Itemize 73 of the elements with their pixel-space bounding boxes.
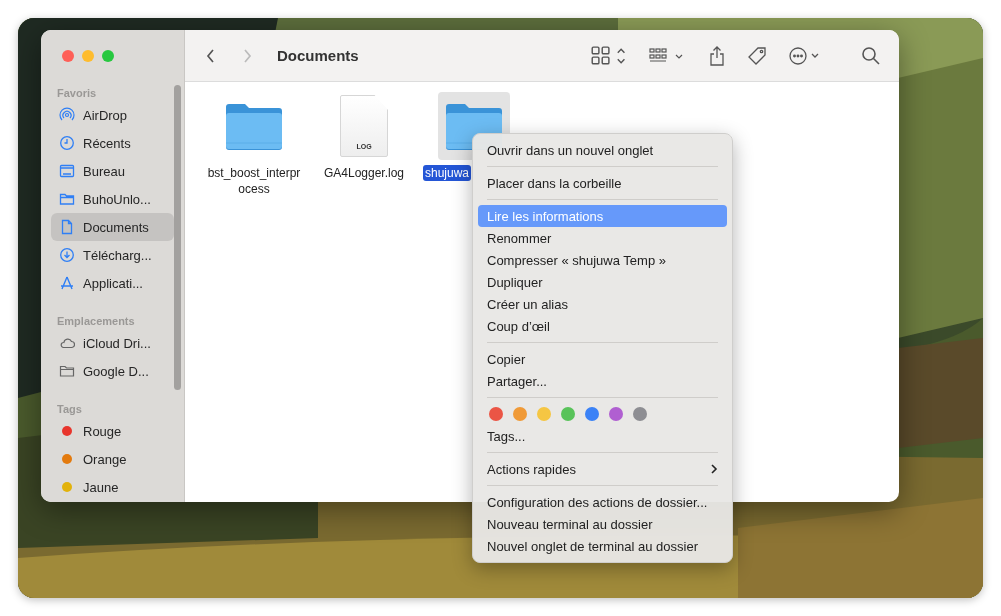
desktop-icon xyxy=(59,163,75,179)
zoom-button[interactable] xyxy=(102,50,114,62)
sidebar-item[interactable]: Récents xyxy=(51,129,174,157)
scroll-bar[interactable] xyxy=(174,85,181,390)
menu-item[interactable]: Renommer xyxy=(478,227,727,249)
menu-item-label: Dupliquer xyxy=(487,274,544,290)
menu-item[interactable]: Compresser « shujuwa Temp » xyxy=(478,249,727,271)
tag-color-dot[interactable] xyxy=(561,407,575,421)
menu-item-label: Copier xyxy=(487,351,527,367)
menu-item-label: Compresser « shujuwa Temp » xyxy=(487,252,667,268)
clock-icon xyxy=(59,135,75,151)
file-name[interactable]: GA4Logger.log xyxy=(312,165,416,181)
tag-color-dot[interactable] xyxy=(633,407,647,421)
folder-icon xyxy=(59,363,75,379)
sidebar-item[interactable]: AirDrop xyxy=(51,101,174,129)
file-name[interactable]: shujuwa xyxy=(423,165,472,181)
folder-icon[interactable] xyxy=(224,101,284,151)
sidebar-item[interactable]: BuhoUnlo... xyxy=(51,185,174,213)
folder-icon xyxy=(59,191,75,207)
cloud-icon xyxy=(59,335,75,351)
menu-item-label: Renommer xyxy=(487,230,553,246)
sidebar-item[interactable]: Google D... xyxy=(51,357,174,385)
back-button[interactable] xyxy=(205,47,217,64)
menu-item-label: Placer dans la corbeille xyxy=(487,175,623,191)
file-name[interactable]: bst_boost_interprocess xyxy=(202,165,306,197)
sidebar-item[interactable]: Documents xyxy=(51,213,174,241)
menu-item[interactable]: Créer un alias xyxy=(478,293,727,315)
menu-item[interactable]: Actions rapides xyxy=(478,458,727,480)
download-icon xyxy=(59,247,75,263)
sidebar-item[interactable]: Orange xyxy=(51,445,174,473)
section-header: Tags xyxy=(56,402,83,416)
menu-item-label: Créer un alias xyxy=(487,296,569,312)
tag-color-dot[interactable] xyxy=(585,407,599,421)
menu-item[interactable]: Coup d’œil xyxy=(478,315,727,337)
menu-item[interactable]: Placer dans la corbeille xyxy=(478,172,727,194)
section-header: Emplacements xyxy=(56,314,136,328)
sidebar-item[interactable]: iCloud Dri... xyxy=(51,329,174,357)
menu-item[interactable]: Copier xyxy=(478,348,727,370)
menu-item-label: Coup d’œil xyxy=(487,318,551,334)
document-icon xyxy=(59,219,75,235)
menu-item-label: Configuration des actions de dossier... xyxy=(487,494,709,510)
menu-item-label: Tags... xyxy=(487,428,527,444)
tag-color-dot[interactable] xyxy=(537,407,551,421)
search-icon[interactable] xyxy=(861,45,881,66)
close-button[interactable] xyxy=(62,50,74,62)
tag-color-dot[interactable] xyxy=(489,407,503,421)
menu-item-label: Ouvrir dans un nouvel onglet xyxy=(487,142,655,158)
menu-item[interactable]: Configuration des actions de dossier... xyxy=(478,491,727,513)
menu-item-label: Actions rapides xyxy=(487,461,577,477)
tag-color-dot[interactable] xyxy=(609,407,623,421)
menu-item-label: Nouvel onglet de terminal au dossier xyxy=(487,538,699,554)
menu-item[interactable]: Nouvel onglet de terminal au dossier xyxy=(478,535,727,557)
airdrop-icon xyxy=(59,107,75,123)
menu-item[interactable]: Ouvrir dans un nouvel onglet xyxy=(478,139,727,161)
menu-item[interactable]: Partager... xyxy=(478,370,727,392)
sidebar-item[interactable]: Télécharg... xyxy=(51,241,174,269)
sidebar-item[interactable]: Applicati... xyxy=(51,269,174,297)
section-header: Favoris xyxy=(56,86,98,100)
menu-item-label: Partager... xyxy=(487,373,548,389)
menu-item-label: Lire les informations xyxy=(487,208,605,224)
menu-item-label: Nouveau terminal au dossier xyxy=(487,516,654,532)
sidebar-item[interactable]: Bureau xyxy=(51,157,174,185)
menu-item[interactable]: Dupliquer xyxy=(478,271,727,293)
chevron-icon xyxy=(710,463,718,475)
menu-item[interactable]: Tags... xyxy=(478,425,727,447)
menu-item[interactable]: Nouveau terminal au dossier xyxy=(478,513,727,535)
apps-icon xyxy=(59,275,75,291)
sidebar-item[interactable]: Jaune xyxy=(51,473,174,501)
sidebar-item[interactable]: Rouge xyxy=(51,417,174,445)
tag-color-dot[interactable] xyxy=(513,407,527,421)
tag-icon[interactable] xyxy=(747,45,767,66)
window-title: Documents xyxy=(277,47,359,64)
share-icon[interactable] xyxy=(707,45,727,66)
